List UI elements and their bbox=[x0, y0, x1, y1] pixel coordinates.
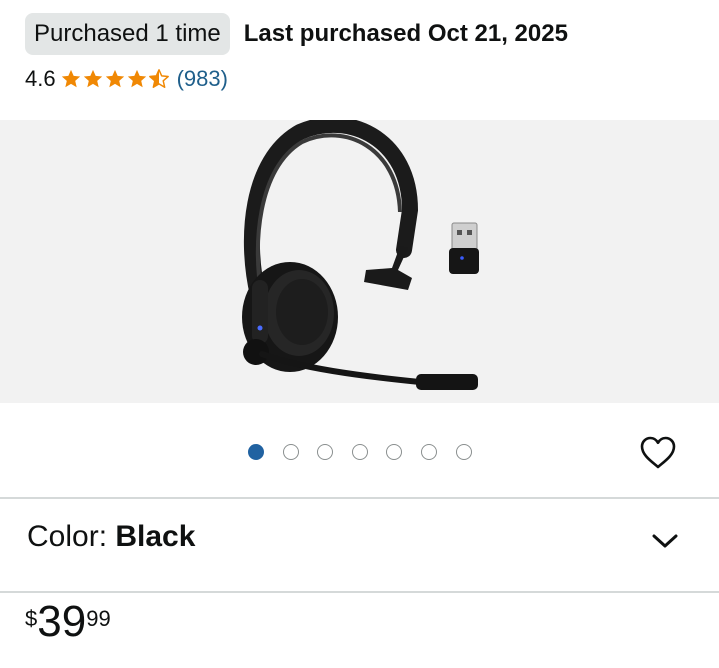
star-icon bbox=[127, 69, 146, 88]
color-value: Black bbox=[115, 520, 196, 553]
pagination-dot[interactable] bbox=[386, 444, 403, 460]
product-image[interactable] bbox=[0, 116, 719, 403]
review-count-link[interactable]: (983) bbox=[177, 66, 228, 92]
purchase-history-row: Purchased 1 time Last purchased Oct 21, … bbox=[25, 13, 568, 55]
star-icon bbox=[105, 69, 124, 88]
rating-row[interactable]: 4.6 (983) bbox=[25, 66, 228, 92]
color-label: Color: bbox=[27, 520, 116, 553]
image-pagination-dots[interactable] bbox=[248, 444, 490, 460]
star-icon bbox=[61, 69, 80, 88]
price-fraction: 99 bbox=[86, 606, 111, 631]
pagination-dot[interactable] bbox=[317, 444, 334, 460]
price-whole: 39 bbox=[37, 597, 87, 646]
pagination-dot[interactable] bbox=[282, 444, 299, 460]
color-variant-selector[interactable]: Color: Black bbox=[27, 520, 195, 554]
pagination-dot[interactable] bbox=[248, 444, 264, 460]
purchased-badge[interactable]: Purchased 1 time bbox=[25, 13, 230, 55]
price: $ 39 99 bbox=[25, 598, 111, 646]
star-rating[interactable] bbox=[60, 68, 170, 90]
pagination-dot[interactable] bbox=[351, 444, 368, 460]
rating-value: 4.6 bbox=[25, 66, 56, 91]
chevron-down-icon[interactable] bbox=[652, 532, 678, 550]
divider bbox=[0, 591, 719, 593]
heart-icon[interactable] bbox=[639, 434, 677, 472]
pagination-dot[interactable] bbox=[420, 444, 437, 460]
price-currency-symbol: $ bbox=[25, 606, 38, 631]
divider bbox=[0, 497, 719, 499]
half-star-icon bbox=[148, 69, 169, 88]
last-purchased-text: Last purchased Oct 21, 2025 bbox=[243, 20, 568, 47]
star-icon bbox=[83, 69, 102, 88]
product-image-gallery[interactable] bbox=[0, 116, 719, 403]
pagination-dot[interactable] bbox=[455, 444, 472, 460]
